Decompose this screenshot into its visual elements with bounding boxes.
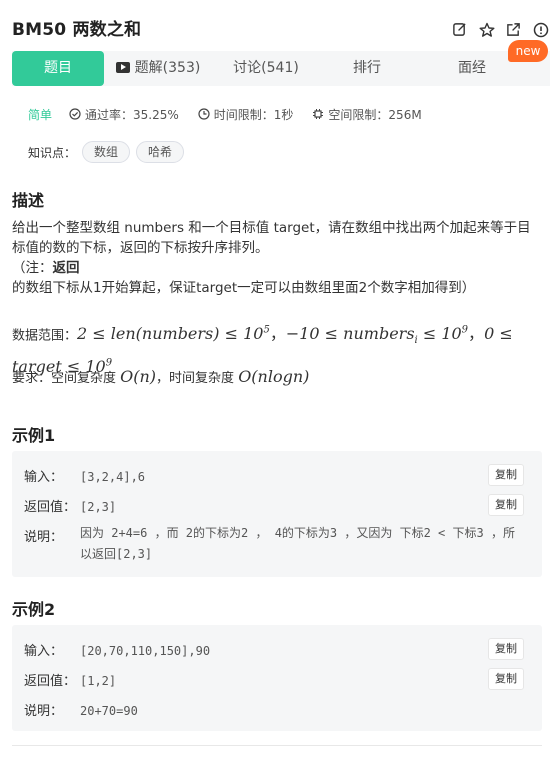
problem-meta: 简单 通过率：35.25% 时间限制：1秒 空间限制：256M	[28, 104, 441, 124]
example1-output: 返回值： [2,3]	[24, 500, 117, 515]
space-limit: 空间限制：256M	[312, 106, 422, 123]
knowledge-points: 知识点： 数组 哈希	[28, 141, 185, 163]
example1-input: 输入： [3,2,4],6	[24, 470, 146, 485]
note-bold: 返回	[52, 260, 80, 276]
tab-bar: 题目 题解(353) 讨论(541) 排行 面经	[12, 51, 550, 86]
example1-copy-output-button[interactable]: 复制	[488, 494, 524, 516]
time-limit-text: 时间限制：1秒	[213, 107, 294, 122]
tab-discussion[interactable]: 讨论(541)	[212, 51, 320, 86]
difficulty-label: 简单	[28, 107, 53, 122]
header: BM50 两数之和	[12, 16, 550, 44]
time-complexity: O(nlogn)	[238, 367, 310, 386]
example2-explain: 说明： 20+70=90	[24, 704, 138, 719]
example2-panel: 输入： [20,70,110,150],90 复制 返回值： [1,2] 复制 说明…	[12, 625, 542, 731]
description-note: （注：返回的数组下标从1开始算起，保证target一定可以由数组里面2个数字相加…	[12, 260, 476, 296]
pass-rate: 通过率：35.25%	[69, 106, 179, 123]
example1-explain: 因为 2+4=6 ，而 2的下标为2 ， 4的下标为3 ，又因为 下标2 < 下…	[80, 526, 515, 561]
video-icon	[115, 62, 130, 73]
tab-problem[interactable]: 题目	[12, 51, 104, 86]
space-limit-text: 空间限制：256M	[328, 107, 422, 122]
tab-solutions[interactable]: 题解(353)	[104, 51, 212, 86]
time-limit: 时间限制：1秒	[198, 106, 294, 123]
info-icon[interactable]	[531, 20, 550, 39]
space-complexity: O(n)	[120, 367, 157, 386]
new-badge: new	[508, 40, 548, 62]
tab-solutions-label: 题解(353)	[134, 60, 201, 76]
check-circle-icon	[69, 108, 81, 120]
clock-icon	[198, 108, 210, 120]
complexity-requirement: 要求：空间复杂度 O(n)，时间复杂度 O(nlogn)	[12, 367, 310, 386]
example2-output: 返回值： [1,2]	[24, 674, 117, 689]
example1-copy-input-button[interactable]: 复制	[488, 464, 524, 486]
edit-icon[interactable]	[450, 20, 469, 39]
divider	[12, 745, 542, 746]
example2-input: 输入： [20,70,110,150],90	[24, 644, 211, 659]
tag-array[interactable]: 数组	[82, 141, 131, 163]
example1-panel: 输入： [3,2,4],6 复制 返回值： [2,3] 复制 说明： 因为 2+4=…	[12, 451, 542, 577]
share-icon[interactable]	[504, 20, 523, 39]
header-actions	[450, 20, 550, 39]
example2-copy-output-button[interactable]: 复制	[488, 668, 524, 690]
range-label: 数据范围：	[12, 328, 78, 344]
pass-rate-text: 通过率：35.25%	[85, 107, 179, 122]
description-body: 给出一个整型数组 numbers 和一个目标值 target，请在数组中找出两个…	[12, 218, 538, 298]
description-line: 给出一个整型数组 numbers 和一个目标值 target，请在数组中找出两个…	[12, 220, 531, 256]
knowledge-label: 知识点：	[28, 145, 77, 160]
tab-ranking[interactable]: 排行	[320, 51, 414, 86]
description-heading: 描述	[12, 191, 45, 210]
tag-hash[interactable]: 哈希	[136, 141, 185, 163]
chip-icon	[313, 109, 324, 119]
example2-copy-input-button[interactable]: 复制	[488, 638, 524, 660]
example2-heading: 示例2	[12, 600, 56, 619]
star-icon[interactable]	[477, 20, 496, 39]
example1-heading: 示例1	[12, 426, 56, 445]
example1-explain-label: 说明：	[24, 530, 64, 545]
